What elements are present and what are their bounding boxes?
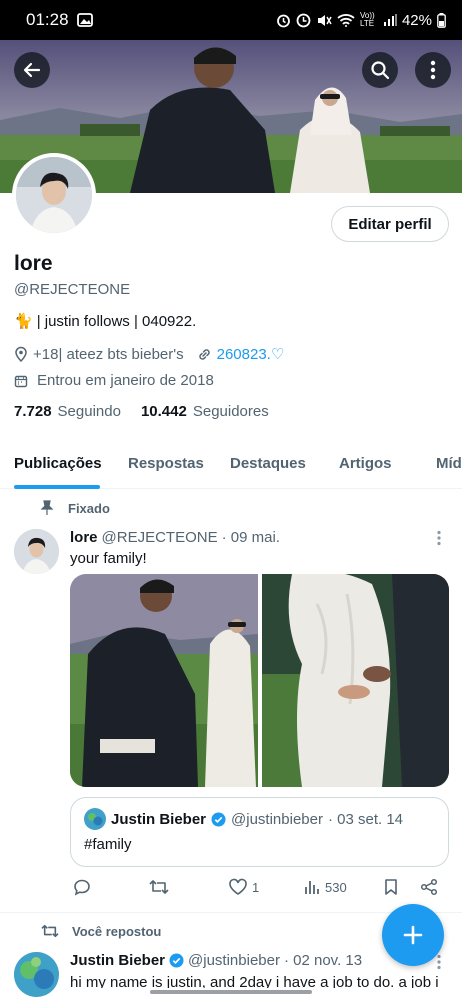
cat-emoji: 🐈 xyxy=(14,313,33,330)
second-tweet-date[interactable]: · 02 nov. 13 xyxy=(284,952,362,969)
profile-link[interactable]: 260823.♡ xyxy=(217,345,285,363)
status-bar: 01:28 Vo)) LTE 42% xyxy=(0,0,462,40)
view-count: 530 xyxy=(325,879,347,895)
like-count: 1 xyxy=(252,879,260,895)
joined-date: Entrou em janeiro de 2018 xyxy=(37,372,214,389)
second-tweet-author-name[interactable]: Justin Bieber xyxy=(70,952,165,969)
bookmark-button[interactable] xyxy=(383,878,399,896)
plus-icon xyxy=(403,925,423,945)
tab-articles[interactable]: Artigos xyxy=(339,455,392,472)
second-tweet-author-avatar[interactable] xyxy=(14,952,59,997)
link-icon xyxy=(198,348,210,360)
share-icon xyxy=(420,878,438,896)
pinned-indicator: Fixado xyxy=(40,500,110,516)
second-tweet-author-handle[interactable]: @justinbieber xyxy=(188,952,280,969)
edit-profile-button[interactable]: Editar perfil xyxy=(331,206,449,242)
repost-indicator: Você repostou xyxy=(40,923,161,939)
gallery-notification-icon xyxy=(76,13,93,27)
pin-icon xyxy=(40,500,54,515)
profile-bio: 🐈 | justin follows | 040922. xyxy=(14,312,197,331)
heart-icon xyxy=(229,878,247,895)
share-button[interactable] xyxy=(420,878,438,896)
reply-icon xyxy=(74,879,90,896)
tweet-text: your family! xyxy=(70,550,147,567)
active-tab-indicator xyxy=(14,485,100,489)
tweet-photo-1[interactable] xyxy=(70,574,258,787)
views-button[interactable]: 530 xyxy=(303,878,347,896)
home-indicator[interactable] xyxy=(150,990,312,994)
tab-posts[interactable]: Publicações xyxy=(14,455,102,472)
wifi-icon xyxy=(337,13,355,27)
views-icon xyxy=(305,881,319,894)
repost-label: Você repostou xyxy=(72,923,162,939)
tab-replies[interactable]: Respostas xyxy=(128,455,204,472)
signal-icon xyxy=(383,13,397,27)
following-count[interactable]: 7.728 xyxy=(14,403,52,420)
profile-handle: @REJECTEONE xyxy=(14,281,131,298)
profile-name: lore xyxy=(14,252,53,275)
quoted-tweet-text: #family xyxy=(84,836,132,853)
verified-icon xyxy=(169,953,184,968)
more-vertical-icon xyxy=(437,530,441,546)
tweet-header: lore @REJECTEONE · 09 mai. xyxy=(70,529,280,546)
second-tweet-header: Justin Bieber @justinbieber · 02 nov. 13 xyxy=(70,952,362,969)
more-vertical-icon xyxy=(430,60,436,80)
tweet-actions: 1 530 xyxy=(70,878,450,904)
quoted-tweet-header: Justin Bieber @justinbieber · 03 set. 14 xyxy=(84,808,403,830)
quoted-author-handle: @justinbieber xyxy=(231,810,323,828)
retweet-button[interactable] xyxy=(148,878,170,896)
search-icon xyxy=(371,61,390,80)
profile-tabs: Publicações Respostas Destaques Artigos … xyxy=(0,440,462,489)
network-type: Vo)) LTE xyxy=(359,11,375,28)
tab-media[interactable]: Mídia xyxy=(436,455,462,472)
followers-count[interactable]: 10.442 xyxy=(141,403,187,420)
quoted-author-avatar xyxy=(84,808,106,830)
retweet-icon xyxy=(41,924,59,938)
back-arrow-icon xyxy=(23,62,41,78)
bio-text: | justin follows | 040922. xyxy=(36,312,197,330)
alarm-icon xyxy=(276,13,291,28)
tab-highlights[interactable]: Destaques xyxy=(230,455,306,472)
back-button[interactable] xyxy=(14,52,50,88)
profile-meta-row: +18| ateez bts bieber's 260823.♡ xyxy=(14,345,284,363)
compose-post-button[interactable] xyxy=(382,904,444,966)
mute-icon xyxy=(316,13,332,28)
following-label[interactable]: Seguindo xyxy=(58,403,121,420)
more-options-button[interactable] xyxy=(415,52,451,88)
profile-avatar[interactable] xyxy=(12,153,96,237)
like-button[interactable]: 1 xyxy=(228,878,259,896)
tweet-date[interactable]: · 09 mai. xyxy=(222,529,280,546)
calendar-icon xyxy=(14,375,28,387)
battery-percent: 42% xyxy=(401,11,432,29)
location-icon xyxy=(15,346,27,362)
tweet-photo-2[interactable] xyxy=(261,574,450,787)
quoted-author-name: Justin Bieber xyxy=(111,810,207,828)
profile-location: +18| ateez bts bieber's xyxy=(33,345,184,363)
follow-counts: 7.728 Seguindo 10.442 Seguidores xyxy=(14,403,283,420)
clock-icon xyxy=(296,13,311,28)
pinned-label: Fixado xyxy=(68,500,110,516)
quoted-tweet[interactable]: Justin Bieber @justinbieber · 03 set. 14… xyxy=(70,797,449,867)
second-tweet-more-button[interactable] xyxy=(436,954,442,975)
tweet-author-name[interactable]: lore xyxy=(70,529,98,546)
second-tweet-text: hi my name is justin, and 2day i have a … xyxy=(70,974,439,988)
more-vertical-icon xyxy=(437,954,441,970)
tweet-author-handle[interactable]: @REJECTEONE xyxy=(102,529,218,546)
bookmark-icon xyxy=(385,879,397,895)
quoted-tweet-date: · 03 set. 14 xyxy=(327,810,404,828)
joined-row: Entrou em janeiro de 2018 xyxy=(14,372,214,389)
search-button[interactable] xyxy=(362,52,398,88)
retweet-icon xyxy=(149,880,169,894)
tweet-media xyxy=(70,574,449,787)
followers-label[interactable]: Seguidores xyxy=(193,403,269,420)
verified-icon xyxy=(211,812,226,827)
tweet-author-avatar[interactable] xyxy=(14,529,59,574)
reply-button[interactable] xyxy=(73,878,91,896)
status-time: 01:28 xyxy=(26,10,69,29)
tweet-more-button[interactable] xyxy=(436,530,442,551)
battery-icon xyxy=(437,12,446,28)
